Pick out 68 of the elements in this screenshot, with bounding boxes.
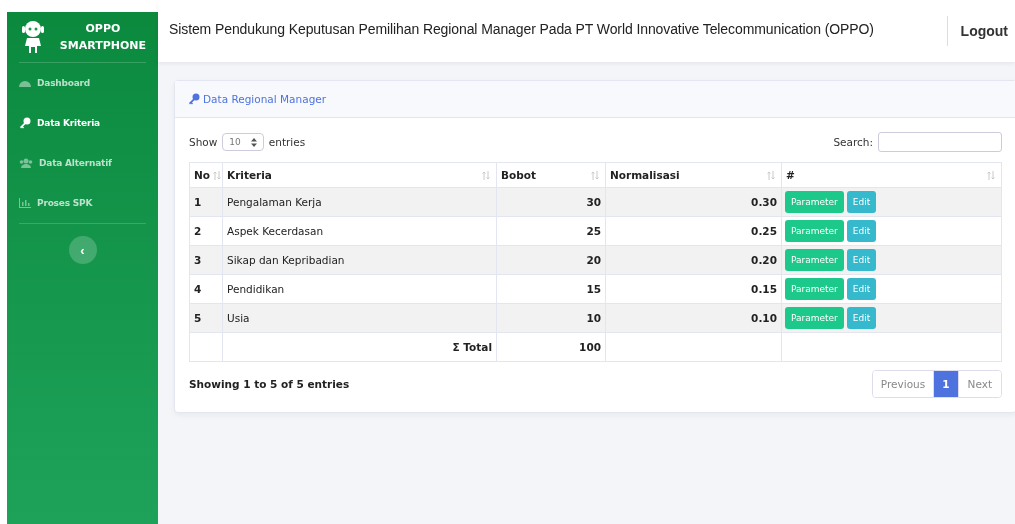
sort-icon [987,171,995,180]
table-cell: 15 [496,274,606,304]
previous-page-button[interactable]: Previous [872,371,935,397]
parameter-button[interactable]: Parameter [785,278,844,300]
edit-button[interactable]: Edit [846,307,877,329]
table-cell: Pengalaman Kerja [222,187,497,217]
card-title: Data Regional Manager [203,93,327,105]
page-size-select[interactable]: 10 [222,133,264,151]
chart-icon [19,198,31,208]
parameter-button[interactable]: Parameter [785,307,844,329]
table-cell: Aspek Kecerdasan [222,216,497,246]
edit-button[interactable]: Edit [846,249,877,271]
table-cell: 0.10 [605,303,782,333]
column-header[interactable]: # [781,162,1002,188]
brand-name: SMARTPHONE [59,38,146,54]
logout-link[interactable]: Logout [960,23,1008,39]
app-title: Sistem Pendukung Keputusan Pemilihan Regional Manager Pada PT World Innovative Telecommunication (OPPO) [169,20,875,37]
sort-icon [591,171,599,180]
table-cell: 0.15 [605,274,782,304]
table-cell: 0.25 [605,216,782,246]
table-cell: 3 [189,245,223,275]
sidebar-toggle-button[interactable]: ‹ [68,236,97,264]
updown-caret-icon [250,137,257,147]
table-cell: 30 [496,187,606,217]
column-header[interactable]: No [189,162,223,188]
table-cell: Usia [222,303,497,333]
table-cell: 1 [189,187,223,217]
gauge-icon [19,78,31,88]
sidebar-item[interactable]: Proses SPK [19,183,146,223]
table-cell: Σ Total [222,332,497,362]
sort-icon [767,171,775,180]
parameter-button[interactable]: Parameter [785,249,844,271]
entries-label: entries [268,136,306,148]
edit-button[interactable]: Edit [846,191,877,213]
column-header[interactable]: Kriteria [222,162,497,188]
key-icon [188,93,200,105]
table-cell: 5 [189,303,223,333]
parameter-button[interactable]: Parameter [785,220,844,242]
search-field[interactable] [878,132,1002,152]
column-header[interactable]: Normalisasi [605,162,782,188]
sidebar-item[interactable]: Data Alternatif [19,143,146,183]
show-label: Show [189,136,218,148]
table-cell: 100 [496,332,606,362]
table-cell: 20 [496,245,606,275]
sidebar-item[interactable]: Dashboard [19,63,146,103]
key-icon [19,117,31,129]
page-button[interactable]: 1 [934,371,958,397]
parameter-button[interactable]: Parameter [785,191,844,213]
table-cell: 0.20 [605,245,782,275]
entries-info: Showing 1 to 5 of 5 entries [189,378,350,390]
sort-icon [213,171,221,180]
edit-button[interactable]: Edit [846,220,877,242]
sidebar-item[interactable]: Data Kriteria [19,103,146,143]
next-page-button[interactable]: Next [957,371,1001,397]
table-cell: 10 [496,303,606,333]
edit-button[interactable]: Edit [846,278,877,300]
brand-name: OPPO [85,21,121,37]
table-cell: 4 [189,274,223,304]
column-header[interactable]: Bobot [496,162,606,188]
sort-icon [482,171,490,180]
table-cell: Sikap dan Kepribadian [222,245,497,275]
search-label: Search: [833,136,873,148]
table-cell: 25 [496,216,606,246]
table-cell: 2 [189,216,223,246]
users-icon [19,158,33,168]
robot-logo-icon [21,20,45,54]
table-cell: 0.30 [605,187,782,217]
table-cell: Pendidikan [222,274,497,304]
